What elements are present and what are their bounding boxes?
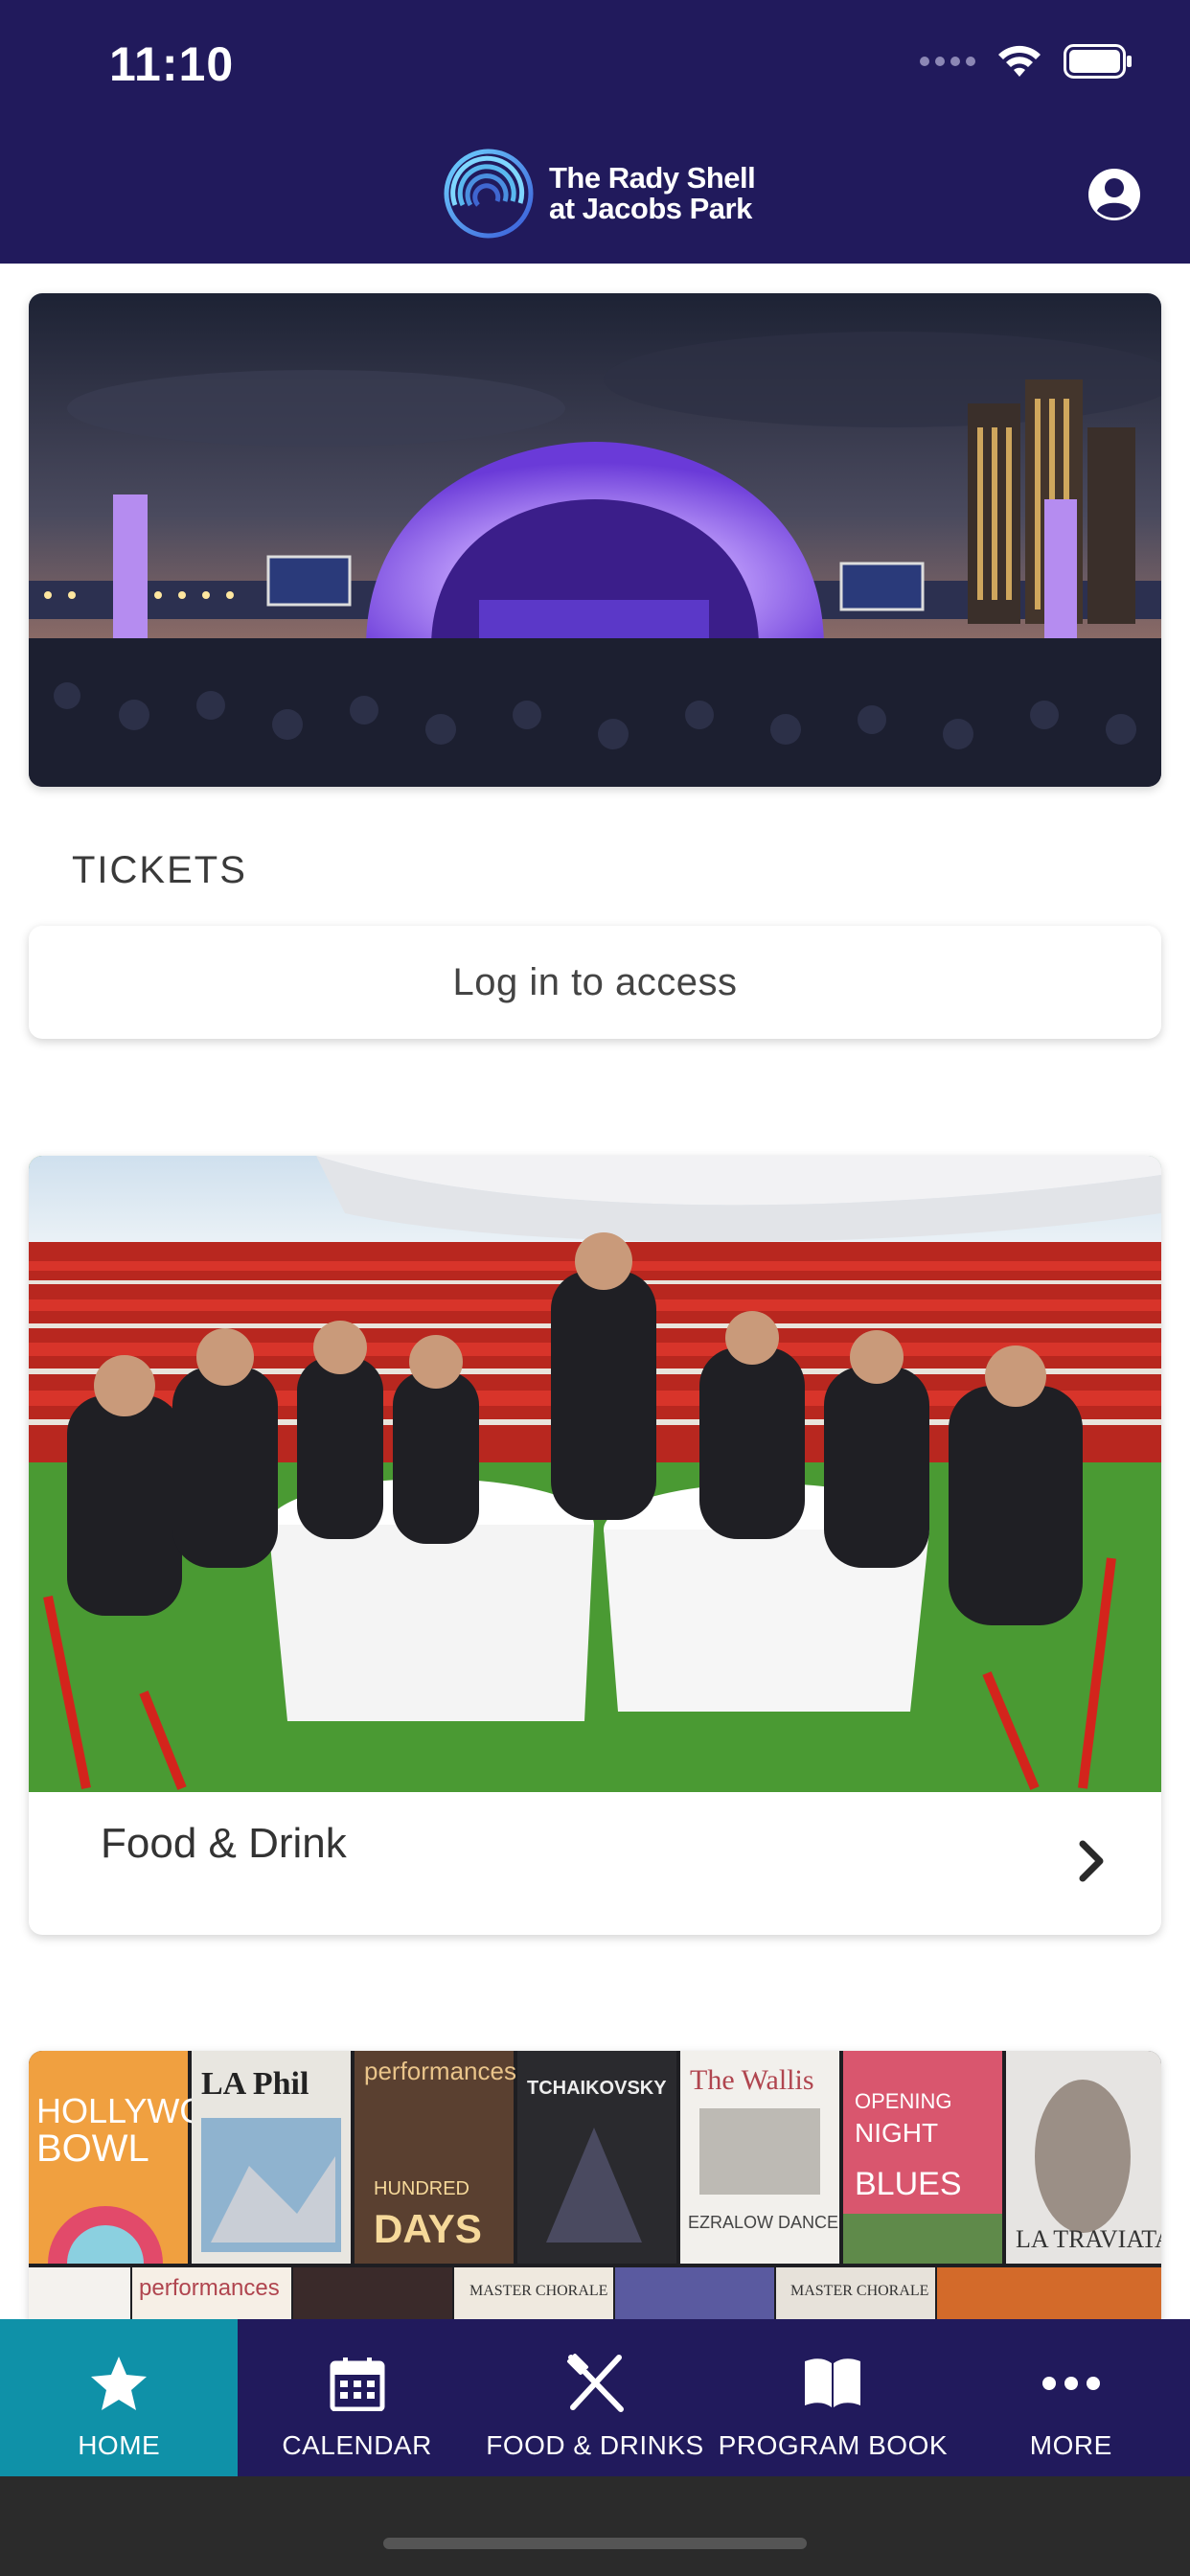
brand-logo[interactable]: The Rady Shell at Jacobs Park (436, 146, 756, 242)
tab-program-book[interactable]: PROGRAM BOOK (714, 2319, 951, 2476)
tab-food-drinks-label: FOOD & DRINKS (486, 2430, 704, 2460)
brand-line-2: at Jacobs Park (549, 192, 752, 225)
svg-text:MASTER CHORALE: MASTER CHORALE (469, 2283, 607, 2299)
tab-more-label: MORE (1029, 2430, 1112, 2460)
bottom-tab-bar: HOME CALENDAR FOOD & DRINKS PROGRAM BOOK… (0, 2319, 1190, 2476)
app-header: 11:10 The Rady Shell at Jacobs Park (0, 0, 1190, 264)
tab-food-drinks[interactable]: FOOD & DRINKS (476, 2319, 714, 2476)
status-time: 11:10 (109, 37, 235, 91)
svg-text:performances: performances (139, 2275, 280, 2301)
svg-text:NIGHT: NIGHT (855, 2118, 938, 2148)
rady-shell-logo-icon (436, 146, 541, 242)
brand-name: The Rady Shell at Jacobs Park (549, 161, 756, 225)
login-button-label: Log in to access (452, 960, 738, 1003)
food-drink-card[interactable]: Food & Drink (29, 1156, 1161, 1935)
svg-text:LA TRAVIATA: LA TRAVIATA (1016, 2225, 1161, 2253)
account-circle-icon (1088, 169, 1140, 220)
svg-text:The Wallis: The Wallis (690, 2064, 814, 2096)
account-button[interactable] (1087, 167, 1142, 222)
svg-text:MASTER CHORALE: MASTER CHORALE (790, 2283, 928, 2299)
fork-knife-icon (565, 2354, 625, 2413)
system-bottom-area (0, 2476, 1190, 2576)
hero-venue-image[interactable] (29, 293, 1161, 787)
svg-text:DAYS: DAYS (374, 2206, 482, 2251)
more-dots-icon (1041, 2354, 1101, 2413)
svg-text:EZRALOW DANCE: EZRALOW DANCE (688, 2213, 838, 2232)
tab-more[interactable]: MORE (952, 2319, 1190, 2476)
venue-night-photo (29, 293, 1161, 787)
tab-home-label: HOME (78, 2430, 161, 2460)
wifi-icon (996, 44, 1042, 79)
home-indicator[interactable] (383, 2538, 807, 2549)
tab-calendar-label: CALENDAR (282, 2430, 432, 2460)
svg-text:HUNDRED: HUNDRED (374, 2178, 469, 2199)
svg-text:OPENING: OPENING (855, 2089, 951, 2113)
cellular-signal-icon (920, 57, 975, 66)
food-drink-photo (29, 1156, 1161, 1792)
svg-text:BLUES: BLUES (855, 2166, 962, 2202)
tab-program-book-label: PROGRAM BOOK (718, 2430, 949, 2460)
tickets-heading: TICKETS (72, 849, 247, 891)
star-icon (89, 2354, 149, 2413)
chevron-right-icon (1079, 1840, 1104, 1882)
svg-text:TCHAIKOVSKY: TCHAIKOVSKY (527, 2078, 667, 2099)
status-icons (920, 44, 1133, 79)
brand-line-1: The Rady Shell (549, 161, 756, 195)
login-to-access-button[interactable]: Log in to access (29, 926, 1161, 1039)
tab-calendar[interactable]: CALENDAR (238, 2319, 475, 2476)
book-icon (803, 2354, 862, 2413)
svg-text:LA Phil: LA Phil (201, 2066, 309, 2102)
tab-home[interactable]: HOME (0, 2319, 239, 2476)
battery-icon (1064, 44, 1133, 79)
svg-text:BOWL: BOWL (36, 2128, 149, 2170)
svg-text:performances: performances (364, 2057, 516, 2085)
food-drink-label: Food & Drink (101, 1820, 347, 1867)
calendar-icon (330, 2354, 385, 2413)
